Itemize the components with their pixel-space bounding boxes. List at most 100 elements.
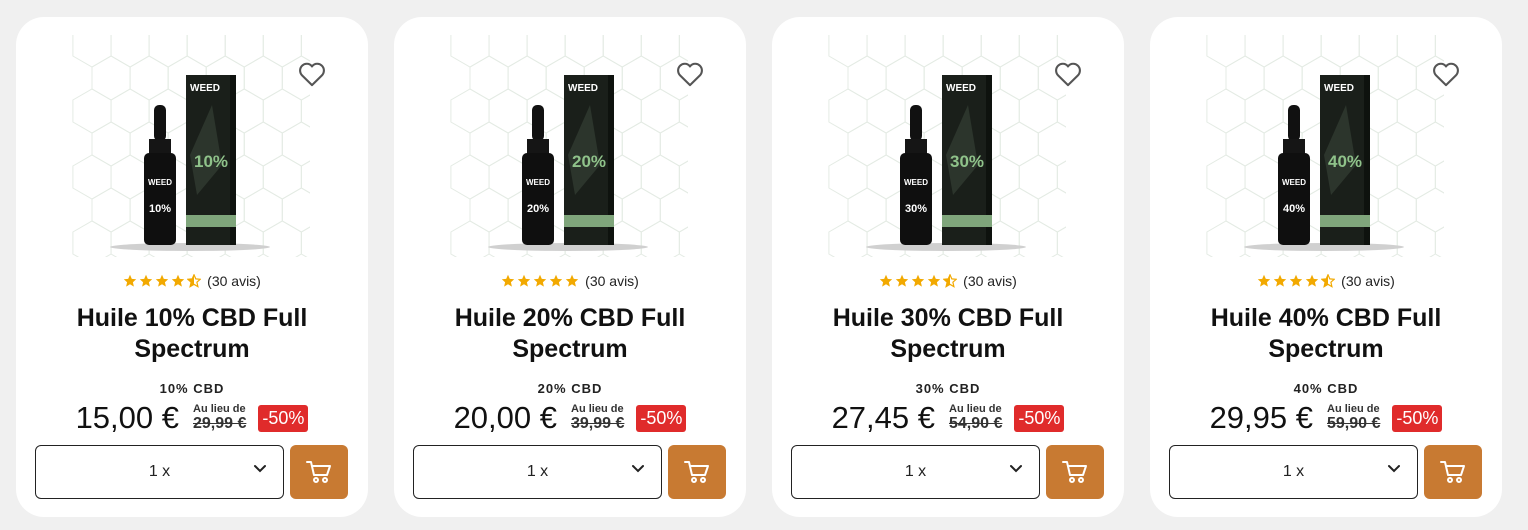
product-variant: 30% CBD (915, 381, 981, 396)
star-icon (1257, 274, 1271, 287)
old-price-block: Au lieu de 54,90 € (949, 403, 1002, 433)
product-card: WEED 10% 10% WEED (30 avis) Huile 10% CBD F… (16, 17, 368, 517)
discount-badge: -50% (1392, 404, 1443, 432)
star-icon (1289, 274, 1303, 287)
box-percentage-text: 20% (572, 152, 606, 171)
star-icon (879, 274, 893, 287)
product-rating: (30 avis) (394, 273, 746, 289)
add-to-cart-button[interactable] (290, 445, 348, 499)
box-percentage-text: 10% (194, 152, 228, 171)
bottle-brand-text: WEED (526, 178, 550, 187)
star-icon (517, 274, 531, 287)
bottle-brand-text: WEED (1282, 178, 1306, 187)
bottle-percentage-text: 40% (1283, 203, 1305, 215)
shopping-cart-icon (684, 461, 709, 483)
quantity-value: 1 x (904, 463, 927, 480)
chevron-down-icon (1010, 465, 1022, 473)
product-card: WEED 40% 40% WEED (30 avis) Huile 40% CBD F… (1150, 17, 1502, 517)
old-price: 29,99 € (193, 415, 247, 432)
bottle-percentage-text: 30% (905, 203, 927, 215)
product-rating: (30 avis) (1150, 273, 1502, 289)
chevron-down-icon (1388, 465, 1400, 473)
old-price: 39,99 € (571, 415, 625, 432)
star-icon (565, 274, 579, 287)
product-card: WEED 20% 20% WEED (30 avis) Huile 20% CBD F… (394, 17, 746, 517)
price-row: 15,00 € Au lieu de 29,99 € -50% (16, 400, 368, 436)
box-percentage-text: 30% (950, 152, 984, 171)
reviews-count: (30 avis) (1341, 273, 1395, 289)
discount-badge: -50% (1014, 404, 1065, 432)
add-to-cart-button[interactable] (1424, 445, 1482, 499)
box-brand-text: WEED (1324, 83, 1354, 94)
old-price-label: Au lieu de (193, 403, 246, 415)
current-price: 29,95 € (1209, 400, 1313, 435)
current-price: 15,00 € (75, 400, 179, 435)
discount-badge: -50% (258, 404, 309, 432)
cbd-oil-product-illustration: WEED 40% 40% WEED (1206, 35, 1444, 257)
shopping-cart-icon (1062, 461, 1087, 483)
star-icon (171, 274, 185, 287)
discount-badge: -50% (636, 404, 687, 432)
cbd-oil-product-illustration: WEED 30% 30% WEED (828, 35, 1066, 257)
product-image[interactable]: WEED 30% 30% WEED (828, 35, 1066, 257)
star-icon (533, 274, 547, 287)
product-title[interactable]: Huile 10% CBD Full Spectrum (36, 303, 348, 365)
bottle-percentage-text: 20% (527, 203, 549, 215)
star-half-icon (1321, 274, 1336, 288)
old-price: 54,90 € (949, 415, 1003, 432)
product-image[interactable]: WEED 20% 20% WEED (450, 35, 688, 257)
product-title[interactable]: Huile 20% CBD Full Spectrum (414, 303, 726, 365)
star-icon (501, 274, 515, 287)
rating-stars (501, 274, 579, 288)
cbd-oil-product-illustration: WEED 20% 20% WEED (450, 35, 688, 257)
quantity-select[interactable]: 1 x (1169, 445, 1418, 499)
product-title[interactable]: Huile 40% CBD Full Spectrum (1170, 303, 1482, 365)
heart-icon[interactable] (676, 61, 704, 87)
star-icon (895, 274, 909, 287)
old-price-label: Au lieu de (1327, 403, 1380, 415)
chevron-down-icon (632, 465, 644, 473)
product-rating: (30 avis) (16, 273, 368, 289)
chevron-down-icon (254, 465, 266, 473)
shopping-cart-icon (1440, 461, 1465, 483)
heart-icon[interactable] (1054, 61, 1082, 87)
shopping-cart-icon (306, 461, 331, 483)
bottle-percentage-text: 10% (149, 203, 171, 215)
quantity-value: 1 x (148, 463, 171, 480)
quantity-select[interactable]: 1 x (35, 445, 284, 499)
box-brand-text: WEED (946, 83, 976, 94)
rating-stars (879, 274, 958, 288)
product-title[interactable]: Huile 30% CBD Full Spectrum (792, 303, 1104, 365)
rating-stars (123, 274, 202, 288)
heart-icon[interactable] (298, 61, 326, 87)
reviews-count: (30 avis) (585, 273, 639, 289)
quantity-value: 1 x (1282, 463, 1305, 480)
star-icon (549, 274, 563, 287)
old-price-block: Au lieu de 39,99 € (571, 403, 624, 433)
bottle-brand-text: WEED (904, 178, 928, 187)
rating-stars (1257, 274, 1336, 288)
add-to-cart-button[interactable] (668, 445, 726, 499)
reviews-count: (30 avis) (207, 273, 261, 289)
quantity-select[interactable]: 1 x (413, 445, 662, 499)
star-icon (1305, 274, 1319, 287)
box-brand-text: WEED (190, 83, 220, 94)
current-price: 27,45 € (831, 400, 935, 435)
old-price-block: Au lieu de 29,99 € (193, 403, 246, 433)
price-row: 27,45 € Au lieu de 54,90 € -50% (772, 400, 1124, 436)
star-half-icon (187, 274, 202, 288)
product-variant: 20% CBD (537, 381, 603, 396)
bottle-brand-text: WEED (148, 178, 172, 187)
product-image[interactable]: WEED 10% 10% WEED (72, 35, 310, 257)
add-to-cart-button[interactable] (1046, 445, 1104, 499)
product-image[interactable]: WEED 40% 40% WEED (1206, 35, 1444, 257)
reviews-count: (30 avis) (963, 273, 1017, 289)
old-price-label: Au lieu de (949, 403, 1002, 415)
old-price: 59,90 € (1327, 415, 1381, 432)
old-price-label: Au lieu de (571, 403, 624, 415)
old-price-block: Au lieu de 59,90 € (1327, 403, 1380, 433)
quantity-select[interactable]: 1 x (791, 445, 1040, 499)
price-row: 20,00 € Au lieu de 39,99 € -50% (394, 400, 746, 436)
box-brand-text: WEED (568, 83, 598, 94)
heart-icon[interactable] (1432, 61, 1460, 87)
